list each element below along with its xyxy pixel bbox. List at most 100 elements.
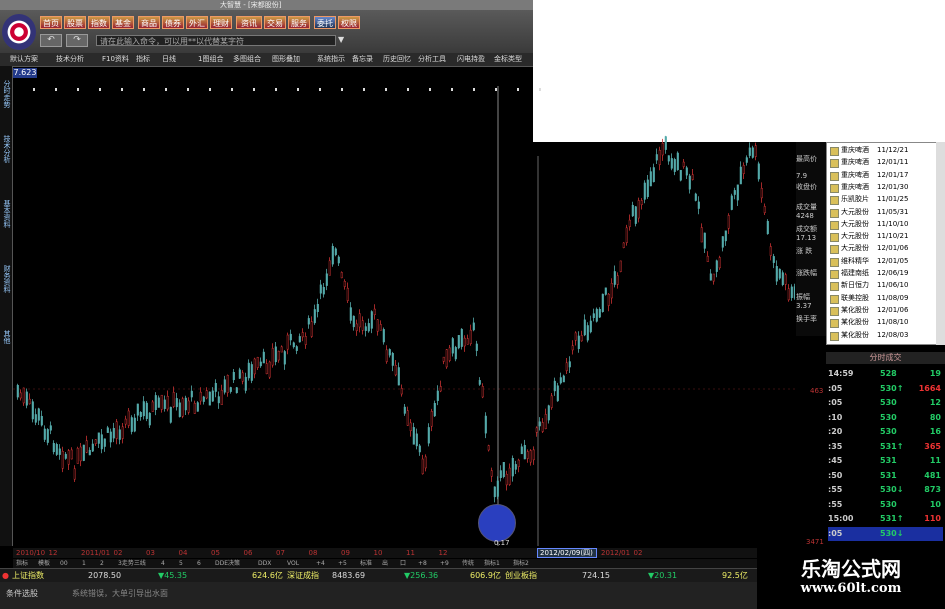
list-scrollbar[interactable] xyxy=(936,142,945,345)
list-item[interactable]: 重庆啤酒 12/01/17 xyxy=(829,170,935,181)
index-name[interactable]: 创业板指 xyxy=(505,569,537,583)
x-tick-label: 2012/01 xyxy=(601,549,631,557)
candle-body xyxy=(487,445,490,451)
menu-item[interactable]: 金标类型 xyxy=(494,54,522,65)
index-name[interactable]: 深证成指 xyxy=(287,569,319,583)
indicator-tab[interactable]: 模板 xyxy=(38,559,50,568)
list-item[interactable]: 联美控股 11/08/09 xyxy=(829,293,935,304)
toolbar-button[interactable]: 服务 xyxy=(288,16,310,29)
status-left[interactable]: 条件选股 xyxy=(6,588,38,599)
candle-body xyxy=(613,271,616,285)
indicator-tab[interactable]: 1 xyxy=(82,559,86,568)
list-item[interactable]: 大元股份 11/10/21 xyxy=(829,231,935,243)
list-item[interactable]: 乐凯胶片 11/01/25 xyxy=(829,194,935,206)
indicator-tab[interactable]: VOL xyxy=(287,559,299,568)
menu-item[interactable]: 多图组合 xyxy=(233,54,261,65)
menu-item[interactable]: 历史回忆 xyxy=(383,54,411,65)
indicator-tab[interactable]: 标准 xyxy=(360,559,372,568)
menu-item[interactable]: 图形叠加 xyxy=(272,54,300,65)
menu-item[interactable]: 日线 xyxy=(162,54,176,65)
candle-body xyxy=(25,391,28,406)
list-item[interactable]: 福建南纸 12/06/19 xyxy=(829,268,935,279)
list-item[interactable]: 某化股份 12/01/06 xyxy=(829,305,935,316)
indicator-tab[interactable]: 指标1 xyxy=(484,559,500,568)
candle-body xyxy=(337,256,340,264)
candle-body xyxy=(667,155,670,162)
menu-item[interactable]: 指标 xyxy=(136,54,150,65)
indicator-tab[interactable]: 00 xyxy=(60,559,68,568)
record-icon: ● xyxy=(2,571,9,580)
indicator-tab[interactable]: 6 xyxy=(197,559,201,568)
indicator-tab[interactable]: DDE决策 xyxy=(215,559,240,568)
indicator-tab[interactable]: +9 xyxy=(440,559,449,568)
menu-item[interactable]: F10资料 xyxy=(102,54,129,65)
title-bar: 大智慧 - [宋都股份] xyxy=(0,0,533,10)
candlestick-chart[interactable] xyxy=(13,66,795,546)
tab-basic-info[interactable]: 基本资料 xyxy=(1,200,11,228)
list-item[interactable]: 维科精华 12/01/05 xyxy=(829,256,935,267)
toolbar-button[interactable]: 权限 xyxy=(338,16,360,29)
menu-item[interactable]: 1图组合 xyxy=(198,54,223,65)
tab-technical[interactable]: 技术分析 xyxy=(1,135,11,163)
candle-body xyxy=(628,219,631,227)
list-item[interactable]: 重庆啤酒 12/01/11 xyxy=(829,157,935,169)
indicator-tab[interactable]: 指标2 xyxy=(513,559,529,568)
tab-intraday[interactable]: 分时走势 xyxy=(1,80,11,108)
stock-date: 11/01/25 xyxy=(877,195,909,204)
x-tick-label: 09 xyxy=(341,549,350,557)
list-item[interactable]: 大元股份 11/10/10 xyxy=(829,219,935,230)
list-item[interactable]: 新日恒力 11/06/10 xyxy=(829,280,935,292)
menu-item[interactable]: 默认方案 xyxy=(10,54,38,65)
candle-body xyxy=(478,380,481,385)
forward-button[interactable]: ↷ xyxy=(66,34,88,47)
candle-body xyxy=(739,166,742,185)
toolbar-button[interactable]: 委托 xyxy=(314,16,336,29)
list-item[interactable]: 重庆啤酒 12/01/30 xyxy=(829,182,935,193)
indicator-tab[interactable]: 3走势三线 xyxy=(118,559,146,568)
candle-body xyxy=(661,142,664,156)
tab-finance[interactable]: 财务资料 xyxy=(1,265,11,293)
dropdown-arrow-icon[interactable]: ▼ xyxy=(338,35,344,44)
toolbar-button[interactable]: 基金 xyxy=(112,16,134,29)
menu-item[interactable]: 技术分析 xyxy=(56,54,84,65)
toolbar-button[interactable]: 首页 xyxy=(40,16,62,29)
toolbar-button[interactable]: 股票 xyxy=(64,16,86,29)
indicator-tab[interactable]: 5 xyxy=(179,559,183,568)
indicator-tab[interactable]: 传统 xyxy=(462,559,474,568)
menu-item[interactable]: 系统指示 xyxy=(317,54,345,65)
candle-body xyxy=(550,395,553,408)
menu-item[interactable]: 闪电持盈 xyxy=(457,54,485,65)
toolbar-button[interactable]: 指数 xyxy=(88,16,110,29)
index-name[interactable]: 上证指数 xyxy=(12,569,44,583)
menu-item[interactable]: 分析工具 xyxy=(418,54,446,65)
list-item[interactable]: 大元股份 11/05/31 xyxy=(829,207,935,218)
indicator-tab[interactable]: +4 xyxy=(316,559,325,568)
app-logo-icon[interactable] xyxy=(2,14,36,50)
candle-body xyxy=(502,462,505,478)
toolbar-button[interactable]: 资讯 xyxy=(236,16,262,29)
menu-item[interactable]: 备忘录 xyxy=(352,54,373,65)
indicator-tab[interactable]: 2 xyxy=(100,559,104,568)
stock-date: 11/06/10 xyxy=(877,281,909,290)
list-item[interactable]: 大元股份 12/01/06 xyxy=(829,243,935,255)
tab-other[interactable]: 其他 xyxy=(1,330,11,344)
back-button[interactable]: ↶ xyxy=(40,34,62,47)
candle-body xyxy=(199,391,202,402)
indicator-tab[interactable]: DDX xyxy=(258,559,271,568)
candle-body xyxy=(499,470,502,478)
toolbar-button[interactable]: 外汇 xyxy=(186,16,208,29)
indicator-tab[interactable]: +8 xyxy=(418,559,427,568)
command-input[interactable]: 请在此输入命令，可以用**以代替某字符 xyxy=(96,35,336,46)
list-item[interactable]: 某化股份 12/08/03 xyxy=(829,330,935,341)
toolbar-button[interactable]: 债券 xyxy=(162,16,184,29)
indicator-tab[interactable]: 口 xyxy=(400,559,406,568)
indicator-tab[interactable]: 4 xyxy=(161,559,165,568)
toolbar-button[interactable]: 商品 xyxy=(138,16,160,29)
list-item[interactable]: 某化股份 11/08/10 xyxy=(829,317,935,329)
indicator-tab[interactable]: 出 xyxy=(382,559,388,568)
toolbar-button[interactable]: 交易 xyxy=(264,16,286,29)
indicator-tab[interactable]: +5 xyxy=(338,559,347,568)
indicator-tab[interactable]: 指标 xyxy=(16,559,28,568)
toolbar-button[interactable]: 理财 xyxy=(210,16,232,29)
list-item[interactable]: 重庆啤酒 11/12/21 xyxy=(829,145,935,156)
